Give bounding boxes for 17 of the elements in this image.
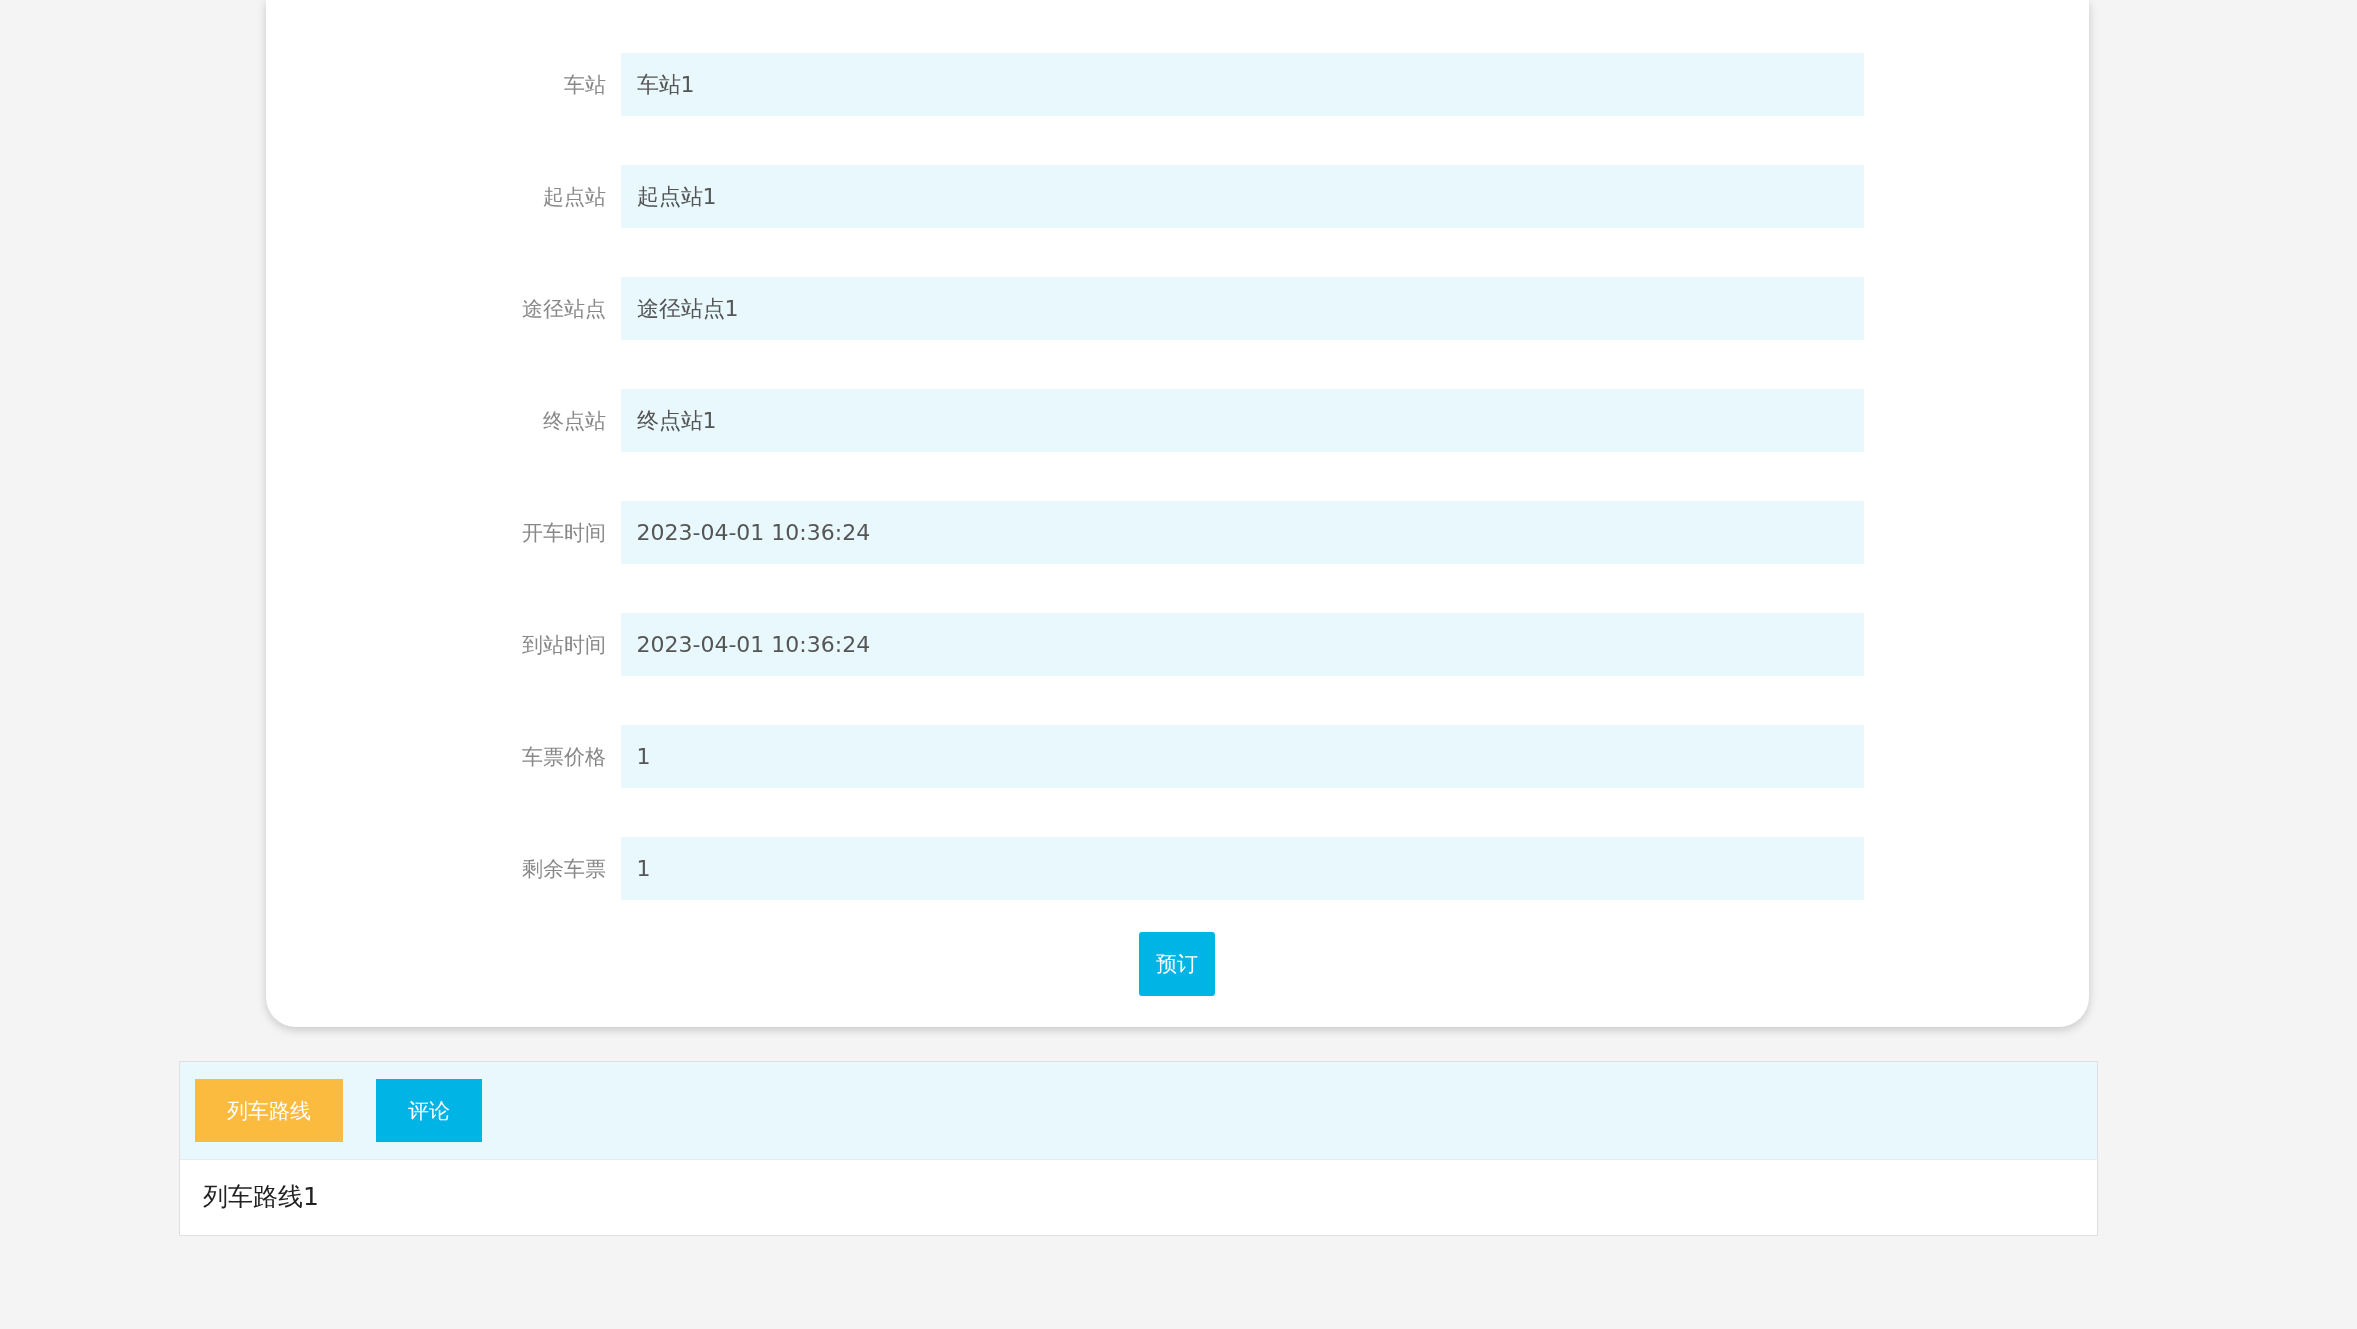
input-field[interactable]: 1 [620, 837, 1864, 900]
input-field[interactable]: 车站1 [620, 53, 1864, 116]
field-label: 途径站点 [520, 295, 607, 323]
tab-content-text: 列车路线1 [202, 1181, 320, 1213]
field-label: 车票价格 [520, 743, 607, 771]
field-label: 开车时间 [520, 519, 607, 547]
input-field[interactable]: 2023-04-01 10:36:24 [620, 613, 1864, 676]
input-field[interactable]: 终点站1 [620, 389, 1864, 452]
field-label: 起点站 [541, 183, 607, 211]
field-label: 终点站 [541, 407, 607, 435]
field-label: 车站 [562, 71, 607, 99]
input-field[interactable]: 起点站1 [620, 165, 1864, 228]
field-label: 剩余车票 [520, 855, 607, 883]
input-field[interactable]: 2023-04-01 10:36:24 [620, 501, 1864, 564]
input-field[interactable]: 1 [620, 725, 1864, 788]
field-label: 到站时间 [520, 631, 607, 659]
input-field[interactable]: 途径站点1 [620, 277, 1864, 340]
